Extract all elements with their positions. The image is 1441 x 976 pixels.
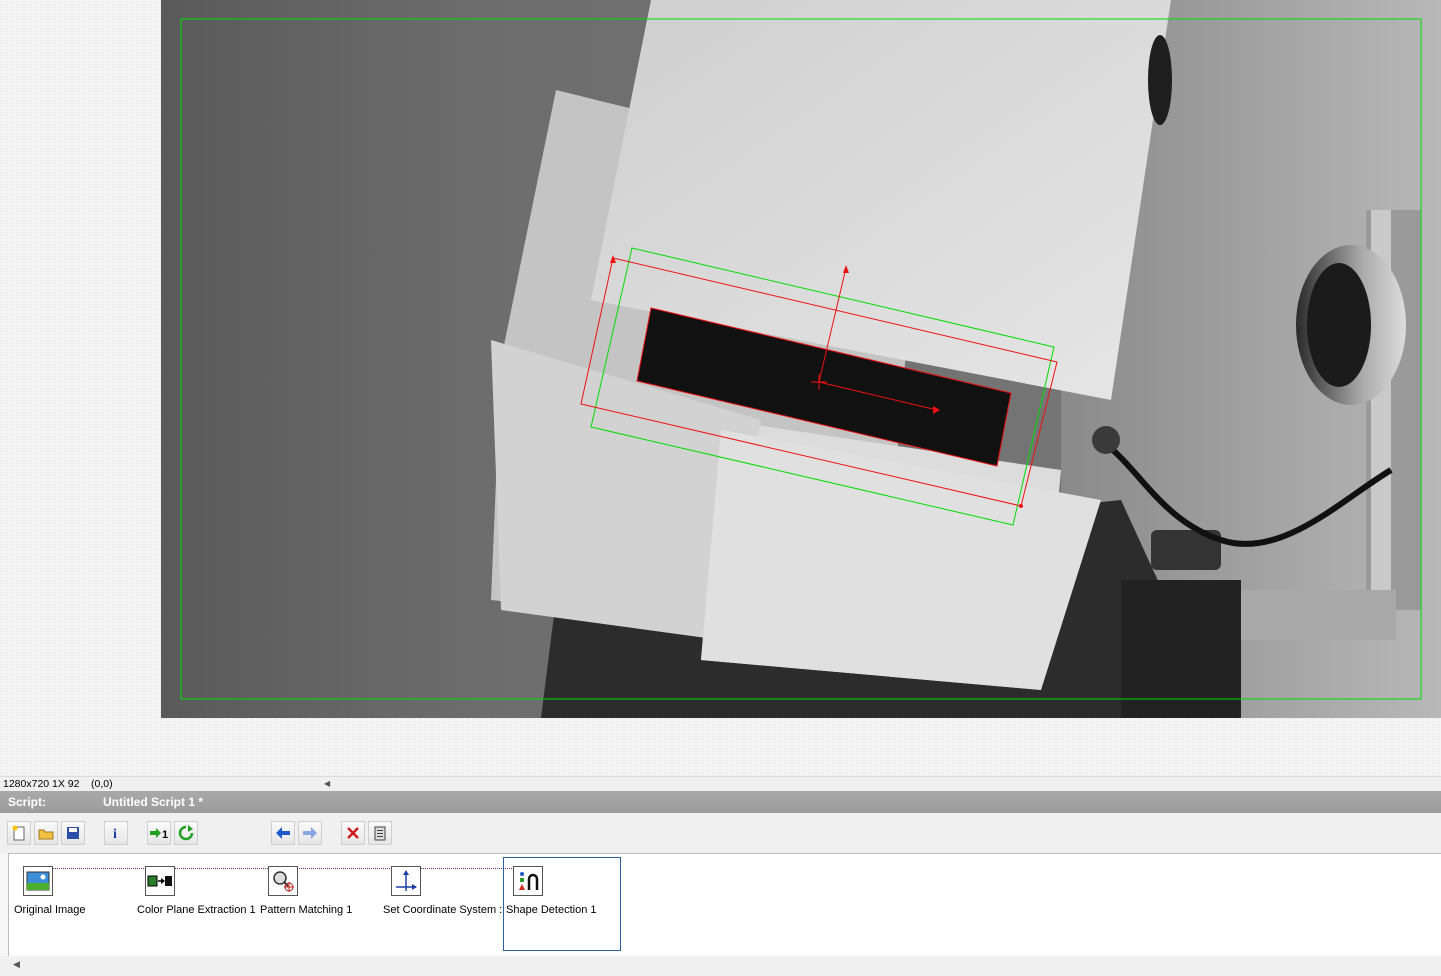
delete-step-button[interactable] (341, 821, 365, 845)
shape-detection-icon (513, 866, 543, 896)
status-bar: 1280x720 1X 92 (0,0) ◀ (0, 776, 1441, 791)
save-script-button[interactable] (61, 821, 85, 845)
run-once-icon: 1 (150, 828, 168, 841)
step-label: Color Plane Extraction 1 (137, 904, 256, 916)
clipboard-button[interactable] (368, 821, 392, 845)
grayscale-image (161, 0, 1441, 718)
save-script-icon (67, 827, 79, 839)
scroll-left-arrow-icon[interactable]: ◀ (324, 777, 330, 791)
info-icon: i (113, 827, 117, 841)
image-viewer[interactable] (161, 0, 1441, 718)
pattern-matching-icon (268, 866, 298, 896)
run-continuous-button[interactable] (174, 821, 198, 845)
script-name: Untitled Script 1 * (103, 795, 204, 809)
info-button[interactable]: i (104, 821, 128, 845)
horizontal-scrollbar[interactable]: ◀ (0, 956, 1441, 976)
run-once-button[interactable]: 1 (147, 821, 171, 845)
forward-button[interactable] (298, 821, 322, 845)
scroll-left-icon[interactable]: ◀ (13, 959, 20, 970)
step-label: Shape Detection 1 (506, 904, 597, 916)
script-label: Script: (8, 795, 47, 809)
color-plane-extraction-icon (145, 866, 175, 896)
script-steps-pane: Original Image Color Plane Extraction 1 … (8, 853, 1441, 956)
svg-text:1: 1 (162, 829, 168, 841)
original-image-icon (23, 866, 53, 896)
svg-text:i: i (113, 827, 117, 841)
open-script-icon (38, 829, 54, 840)
step-label: Original Image (14, 904, 86, 916)
back-icon (276, 827, 290, 839)
open-script-button[interactable] (34, 821, 58, 845)
script-header: Script: Untitled Script 1 * (0, 791, 1441, 813)
delete-step-icon (347, 827, 359, 839)
new-script-button[interactable] (7, 821, 31, 845)
set-coordinate-system-icon (391, 866, 421, 896)
cursor-coordinates: (0,0) (91, 778, 113, 790)
forward-icon (303, 827, 317, 839)
step-label: Pattern Matching 1 (260, 904, 353, 916)
new-script-icon (12, 825, 25, 841)
script-toolbar: i 1 (0, 813, 1441, 853)
clipboard-icon (374, 826, 386, 841)
back-button[interactable] (271, 821, 295, 845)
step-label: Set Coordinate System : (383, 904, 503, 916)
image-info: 1280x720 1X 92 (3, 778, 80, 790)
run-continuous-icon (178, 825, 194, 841)
